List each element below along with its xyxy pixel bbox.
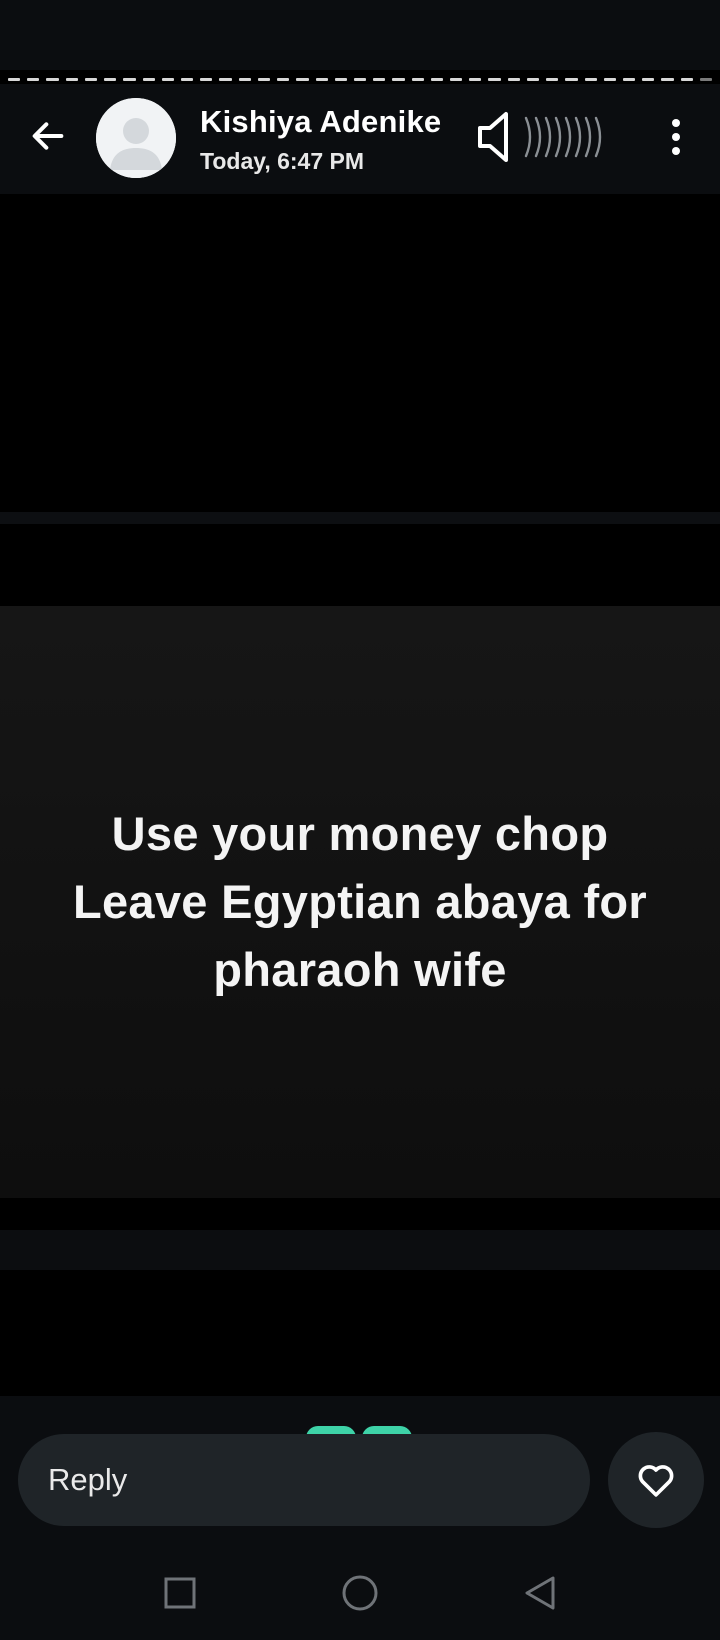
story-progress-segment <box>123 78 136 81</box>
image-divider-bottom <box>0 1230 720 1270</box>
circle-icon <box>342 1575 378 1611</box>
story-progress-segment <box>661 78 674 81</box>
mute-button[interactable] <box>476 104 626 170</box>
story-progress-segment <box>65 78 78 81</box>
system-navigation-bar <box>0 1544 720 1640</box>
story-progress-segment <box>219 78 232 81</box>
reply-bar: Reply <box>0 1396 720 1544</box>
nav-back-button[interactable] <box>515 1568 565 1618</box>
story-progress-segment <box>180 78 194 81</box>
avatar[interactable] <box>96 98 176 178</box>
story-progress-segment <box>546 78 559 81</box>
story-progress-segment <box>334 78 347 81</box>
status-bar <box>0 0 720 70</box>
story-progress-segment <box>27 78 40 81</box>
story-progress-segment <box>603 78 616 81</box>
default-avatar-icon <box>96 98 176 178</box>
story-progress-segment <box>104 78 117 81</box>
story-progress-segment <box>584 78 597 81</box>
square-icon <box>164 1577 196 1609</box>
story-progress-segment <box>373 78 386 81</box>
status-header: Kishiya Adenike Today, 6:47 PM <box>0 84 720 194</box>
story-progress-segment <box>392 78 405 81</box>
status-text-line: Use your money chop <box>111 807 609 860</box>
story-progress-segment <box>507 78 520 81</box>
story-progress-segment <box>526 78 540 81</box>
heart-icon <box>638 1465 674 1497</box>
story-progress-segment <box>450 78 463 81</box>
reply-placeholder: Reply <box>48 1462 128 1497</box>
speaker-volume-icon <box>478 112 602 162</box>
story-progress-segment <box>680 78 693 81</box>
story-progress-segment <box>8 78 21 81</box>
story-progress-segment <box>353 78 367 81</box>
contact-name[interactable]: Kishiya Adenike <box>200 104 441 140</box>
status-text: Use your money chop Leave Egyptian abaya… <box>40 800 680 1004</box>
triangle-back-icon <box>525 1576 555 1610</box>
story-progress-segment <box>142 78 155 81</box>
story-progress-segment <box>200 78 213 81</box>
nav-home-button[interactable] <box>335 1568 385 1618</box>
story-progress-segment <box>315 78 328 81</box>
story-progress-segment <box>411 78 424 81</box>
story-progress-segment <box>238 78 251 81</box>
story-progress-segment <box>84 78 98 81</box>
nav-recents-button[interactable] <box>155 1568 205 1618</box>
story-progress-segment <box>623 78 636 81</box>
story-progress-segment <box>277 78 290 81</box>
story-progress-segment <box>296 78 309 81</box>
image-divider-top <box>0 512 720 524</box>
reply-input[interactable]: Reply <box>18 1434 590 1526</box>
status-text-line: Leave Egyptian abaya for <box>72 875 648 928</box>
more-options-button[interactable] <box>660 112 692 162</box>
story-progress-segment <box>565 78 578 81</box>
status-timestamp: Today, 6:47 PM <box>200 148 365 174</box>
back-button[interactable] <box>24 112 72 160</box>
story-progress-segment <box>257 78 271 81</box>
more-vertical-icon <box>672 119 680 155</box>
status-text-line: pharaoh wife <box>213 943 507 996</box>
story-progress-segment <box>488 78 501 81</box>
status-text-card: Use your money chop Leave Egyptian abaya… <box>0 606 720 1198</box>
story-progress-segment <box>642 78 655 81</box>
story-progress-segment <box>46 78 59 81</box>
story-progress-bar <box>8 78 713 82</box>
status-media-area[interactable]: Use your money chop Leave Egyptian abaya… <box>0 194 720 1396</box>
like-button[interactable] <box>608 1432 704 1528</box>
story-progress-segment <box>430 78 444 81</box>
story-progress-segment <box>699 78 713 81</box>
arrow-left-icon <box>32 122 64 150</box>
story-progress-segment <box>469 78 482 81</box>
story-progress-segment <box>161 78 174 81</box>
